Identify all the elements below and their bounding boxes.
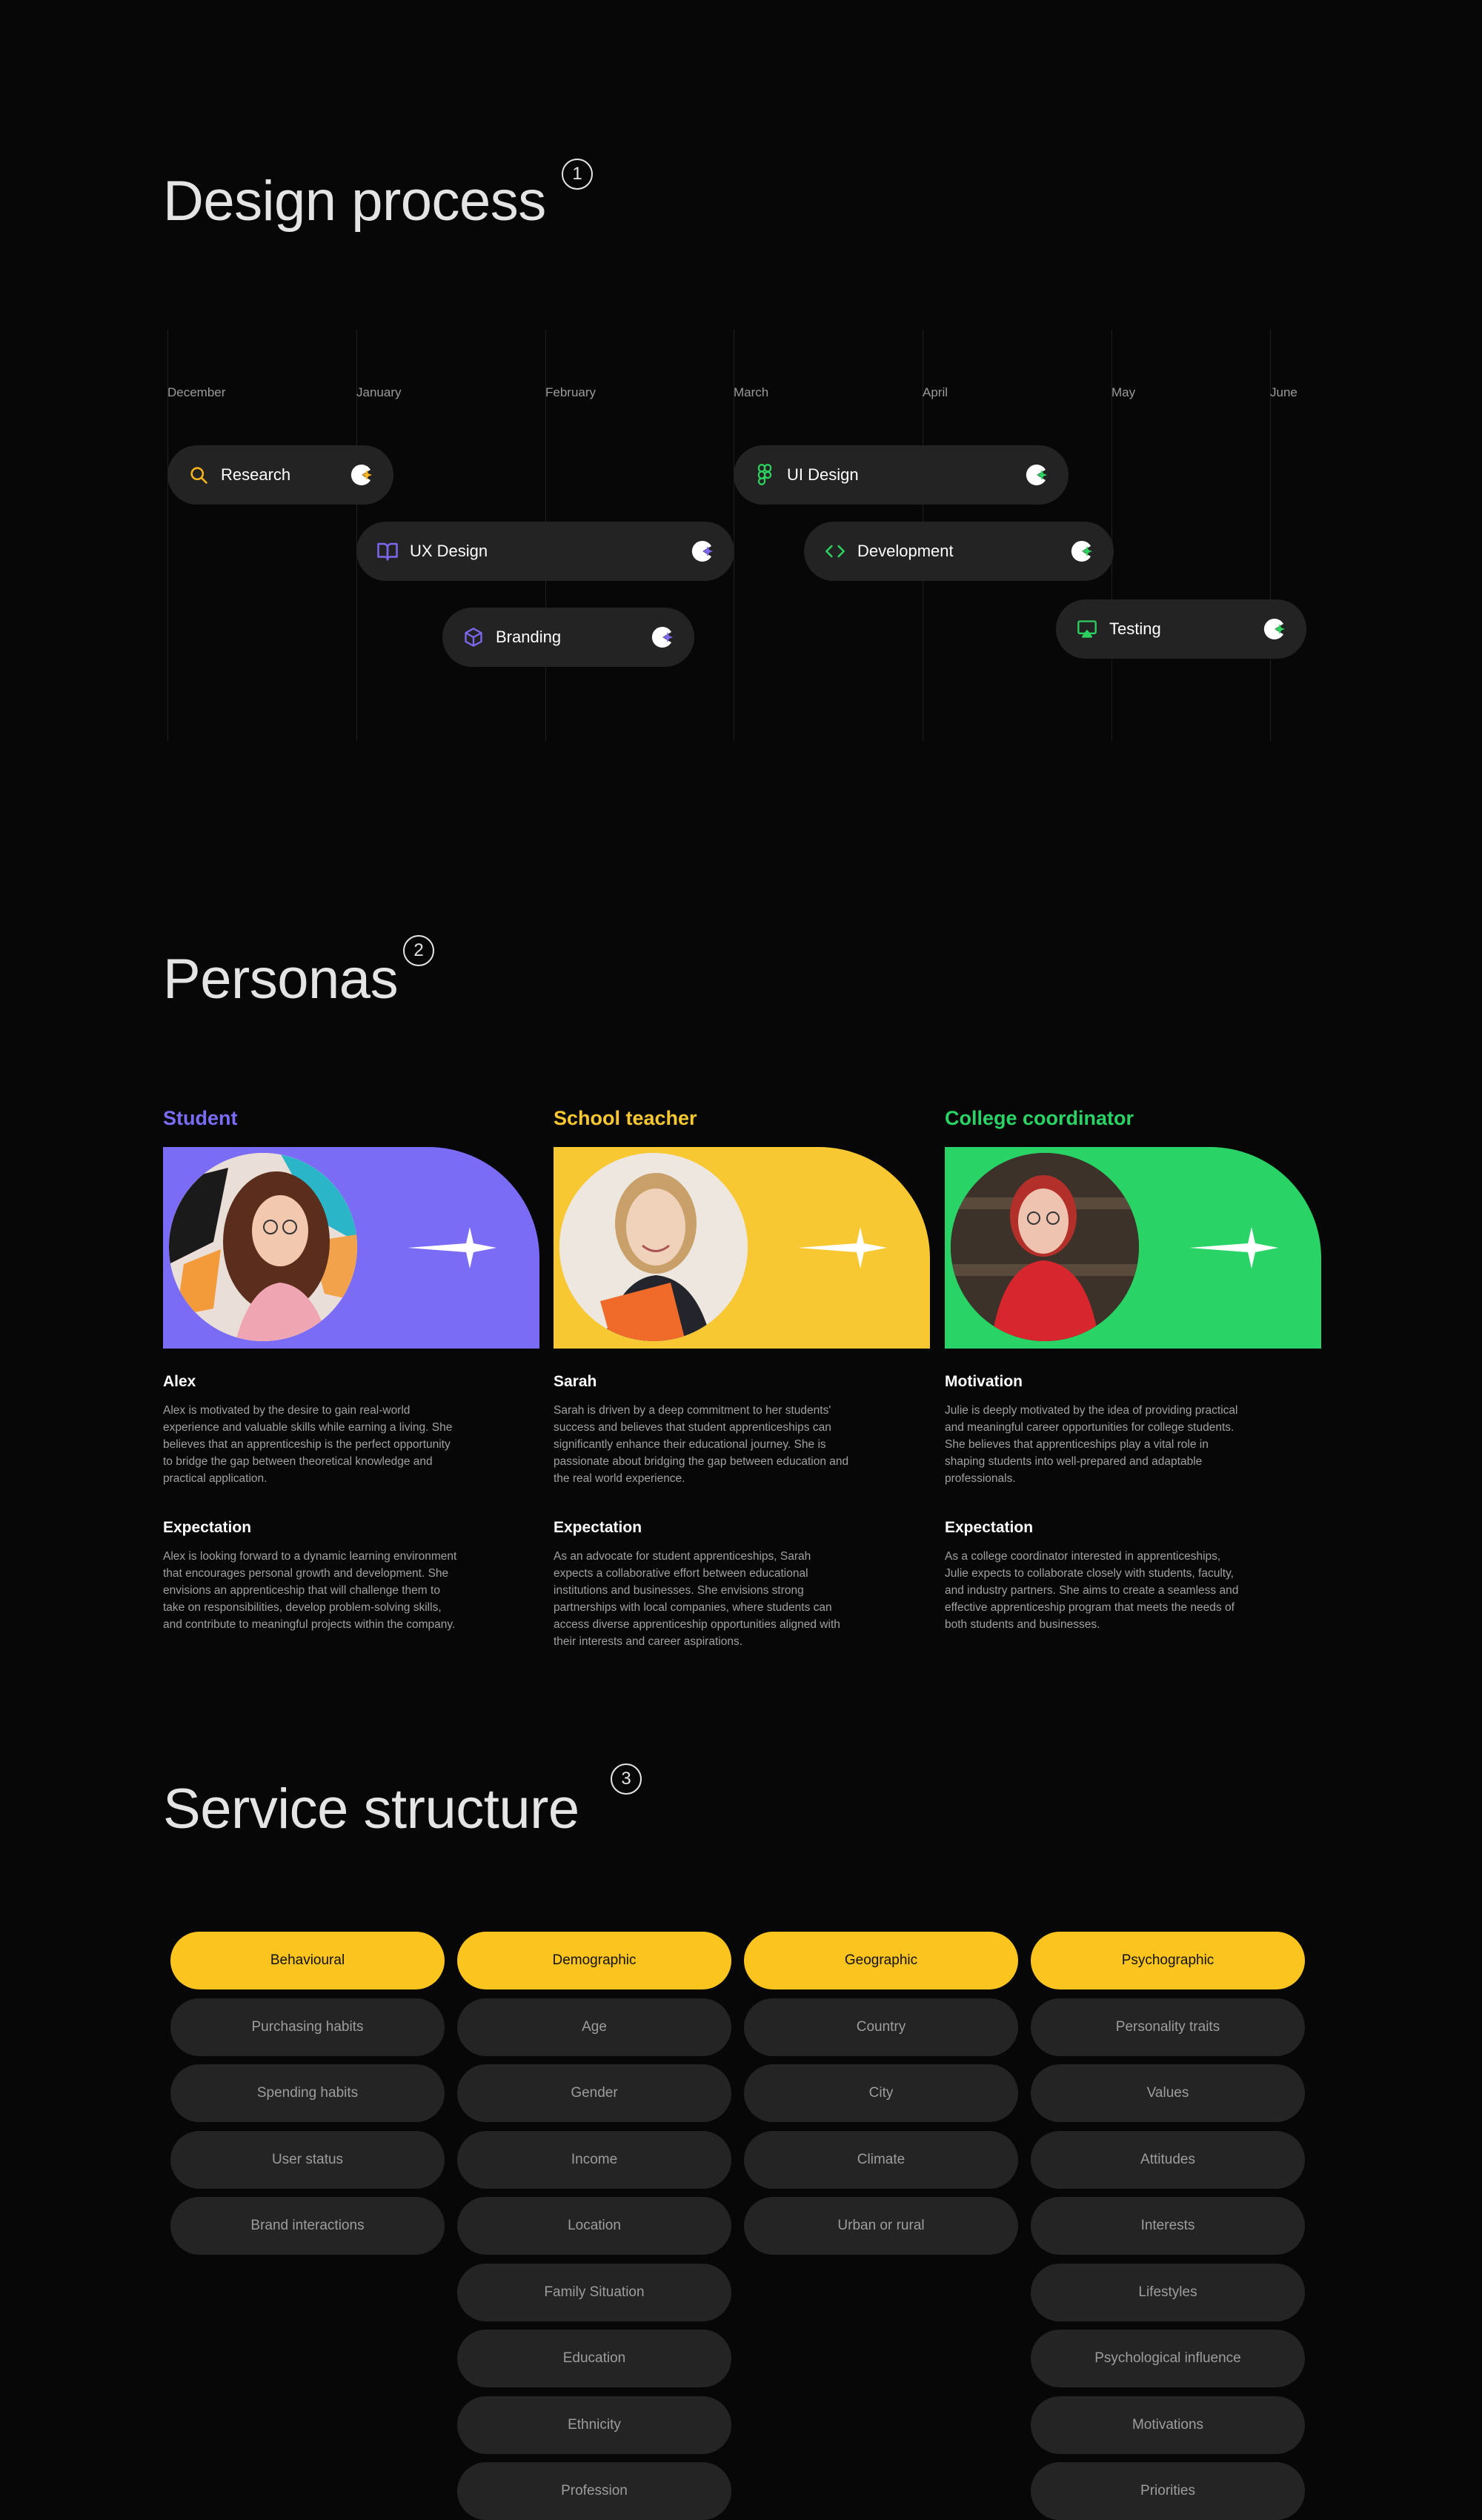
segment-item[interactable]: Priorities	[1031, 2462, 1305, 2520]
persona-text: Alex is motivated by the desire to gain …	[163, 1404, 453, 1485]
segment-item[interactable]: Country	[744, 1998, 1018, 2056]
persona-heading: Sarah	[554, 1373, 597, 1390]
persona-card-student	[163, 1147, 539, 1349]
persona-role-teacher: School teacher	[554, 1107, 697, 1129]
step-2-badge: 2	[403, 935, 434, 966]
task-development[interactable]: Development	[804, 522, 1114, 581]
persona-heading: Expectation	[945, 1519, 1034, 1536]
pacman-star-icon	[1263, 618, 1285, 639]
pacman-star-icon	[1071, 540, 1092, 562]
segment-item[interactable]: Purchasing habits	[170, 1998, 445, 2056]
segment-item[interactable]: Age	[457, 1998, 731, 2056]
pacman-star-icon	[651, 626, 673, 648]
task-label: UX Design	[410, 542, 488, 560]
figma-icon	[753, 463, 777, 487]
task-ux-design[interactable]: UX Design	[356, 522, 734, 581]
segment-header-geographic[interactable]: Geographic	[744, 1932, 1018, 1989]
task-label: Research	[221, 465, 291, 484]
segment-header-psychographic[interactable]: Psychographic	[1031, 1932, 1305, 1989]
segment-item[interactable]: Personality traits	[1031, 1998, 1305, 2056]
persona-text: As a college coordinator interested in a…	[945, 1550, 1239, 1631]
step-3-badge: 3	[611, 1763, 642, 1795]
task-label: Development	[857, 542, 954, 560]
segment-item[interactable]: Psychological influence	[1031, 2330, 1305, 2387]
month-label: January	[356, 385, 402, 399]
month-label: April	[923, 385, 948, 399]
segment-item[interactable]: Motivations	[1031, 2396, 1305, 2454]
segment-item[interactable]: Income	[457, 2131, 731, 2189]
segment-item[interactable]: Ethnicity	[457, 2396, 731, 2454]
task-branding[interactable]: Branding	[442, 608, 694, 667]
month-label: May	[1112, 385, 1136, 399]
task-ui-design[interactable]: UI Design	[734, 445, 1069, 505]
monitor-icon	[1075, 617, 1099, 641]
task-testing[interactable]: Testing	[1056, 599, 1306, 659]
step-1-badge: 1	[562, 159, 593, 190]
persona-card-coordinator	[945, 1147, 1321, 1349]
task-research[interactable]: Research	[167, 445, 393, 505]
persona-text: As an advocate for student apprenticeshi…	[554, 1550, 840, 1648]
persona-role-coordinator: College coordinator	[945, 1107, 1134, 1129]
personas-title: Personas	[163, 948, 399, 1011]
segment-item[interactable]: Interests	[1031, 2197, 1305, 2255]
segment-item[interactable]: Gender	[457, 2064, 731, 2122]
persona-heading: Expectation	[163, 1519, 252, 1536]
design-process-title: Design process	[163, 170, 546, 233]
segment-item[interactable]: Attitudes	[1031, 2131, 1305, 2189]
persona-heading: Alex	[163, 1373, 196, 1390]
segment-item[interactable]: User status	[170, 2131, 445, 2189]
avatar	[946, 1148, 1143, 1346]
task-label: Branding	[496, 628, 562, 646]
sparkle-icon	[798, 1227, 887, 1269]
month-label: February	[545, 385, 597, 399]
avatar	[555, 1148, 752, 1346]
segment-item[interactable]: Profession	[457, 2462, 731, 2520]
segment-item[interactable]: Lifestyles	[1031, 2264, 1305, 2321]
sparkle-icon	[1189, 1227, 1278, 1269]
segment-item[interactable]: City	[744, 2064, 1018, 2122]
pacman-star-icon	[691, 540, 713, 562]
month-label: December	[167, 385, 226, 399]
search-icon	[187, 463, 210, 487]
segment-item[interactable]: Location	[457, 2197, 731, 2255]
persona-role-student: Student	[163, 1107, 238, 1129]
cube-icon	[462, 625, 485, 649]
segment-item[interactable]: Brand interactions	[170, 2197, 445, 2255]
persona-heading: Expectation	[554, 1519, 642, 1536]
segment-header-behavioural[interactable]: Behavioural	[170, 1932, 445, 1989]
persona-text: Julie is deeply motivated by the idea of…	[945, 1404, 1238, 1485]
sparkle-icon	[408, 1227, 496, 1269]
persona-text: Alex is looking forward to a dynamic lea…	[163, 1550, 457, 1631]
book-open-icon	[376, 539, 399, 563]
code-icon	[823, 539, 847, 563]
persona-heading: Motivation	[945, 1373, 1023, 1390]
month-label: March	[734, 385, 769, 399]
persona-card-teacher	[554, 1147, 930, 1349]
pacman-star-icon	[350, 464, 372, 485]
segment-item[interactable]: Climate	[744, 2131, 1018, 2189]
avatar	[165, 1148, 362, 1346]
persona-text: Sarah is driven by a deep commitment to …	[554, 1404, 849, 1485]
segment-item[interactable]: Urban or rural	[744, 2197, 1018, 2255]
segment-item[interactable]: Spending habits	[170, 2064, 445, 2122]
pacman-star-icon	[1026, 464, 1047, 485]
segment-item[interactable]: Values	[1031, 2064, 1305, 2122]
segment-item[interactable]: Family Situation	[457, 2264, 731, 2321]
segment-header-demographic[interactable]: Demographic	[457, 1932, 731, 1989]
month-label: June	[1270, 385, 1297, 399]
task-label: UI Design	[787, 465, 859, 484]
service-structure-title: Service structure	[163, 1778, 579, 1841]
task-label: Testing	[1109, 619, 1161, 638]
segment-item[interactable]: Education	[457, 2330, 731, 2387]
